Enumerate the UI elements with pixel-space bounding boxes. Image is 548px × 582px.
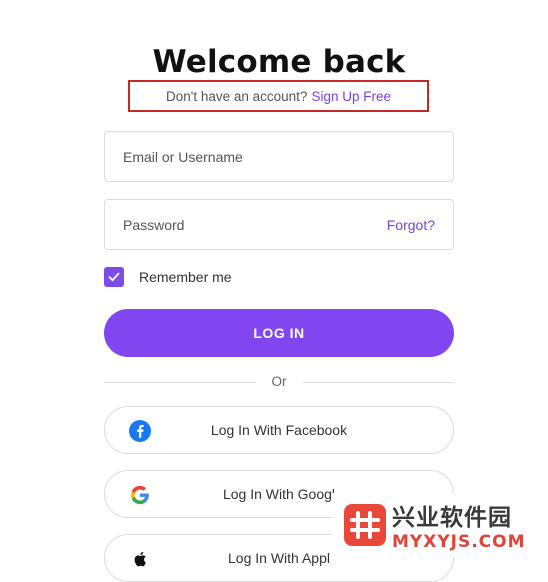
check-icon — [108, 272, 120, 282]
password-input[interactable] — [123, 216, 387, 233]
login-button[interactable]: LOG IN — [104, 309, 454, 357]
remember-me: Remember me — [104, 267, 232, 287]
divider-line-right — [303, 382, 454, 383]
forgot-password-link[interactable]: Forgot? — [387, 217, 435, 233]
password-field[interactable]: Forgot? — [104, 199, 454, 250]
page-title: Welcome back — [152, 44, 406, 80]
or-divider: Or — [104, 372, 454, 392]
watermark-logo-icon — [344, 504, 386, 546]
remember-checkbox[interactable] — [104, 267, 124, 287]
highlight-box — [128, 80, 429, 112]
watermark-url: MYXYJS.COM — [392, 532, 526, 552]
watermark: 兴业软件园 MYXYJS.COM — [332, 493, 548, 557]
username-field[interactable] — [104, 131, 454, 182]
remember-label: Remember me — [139, 269, 232, 285]
facebook-login-button[interactable]: Log In With Facebook — [104, 406, 454, 454]
facebook-login-label: Log In With Facebook — [210, 422, 348, 438]
watermark-title: 兴业软件园 — [392, 505, 512, 531]
username-input[interactable] — [123, 148, 435, 165]
